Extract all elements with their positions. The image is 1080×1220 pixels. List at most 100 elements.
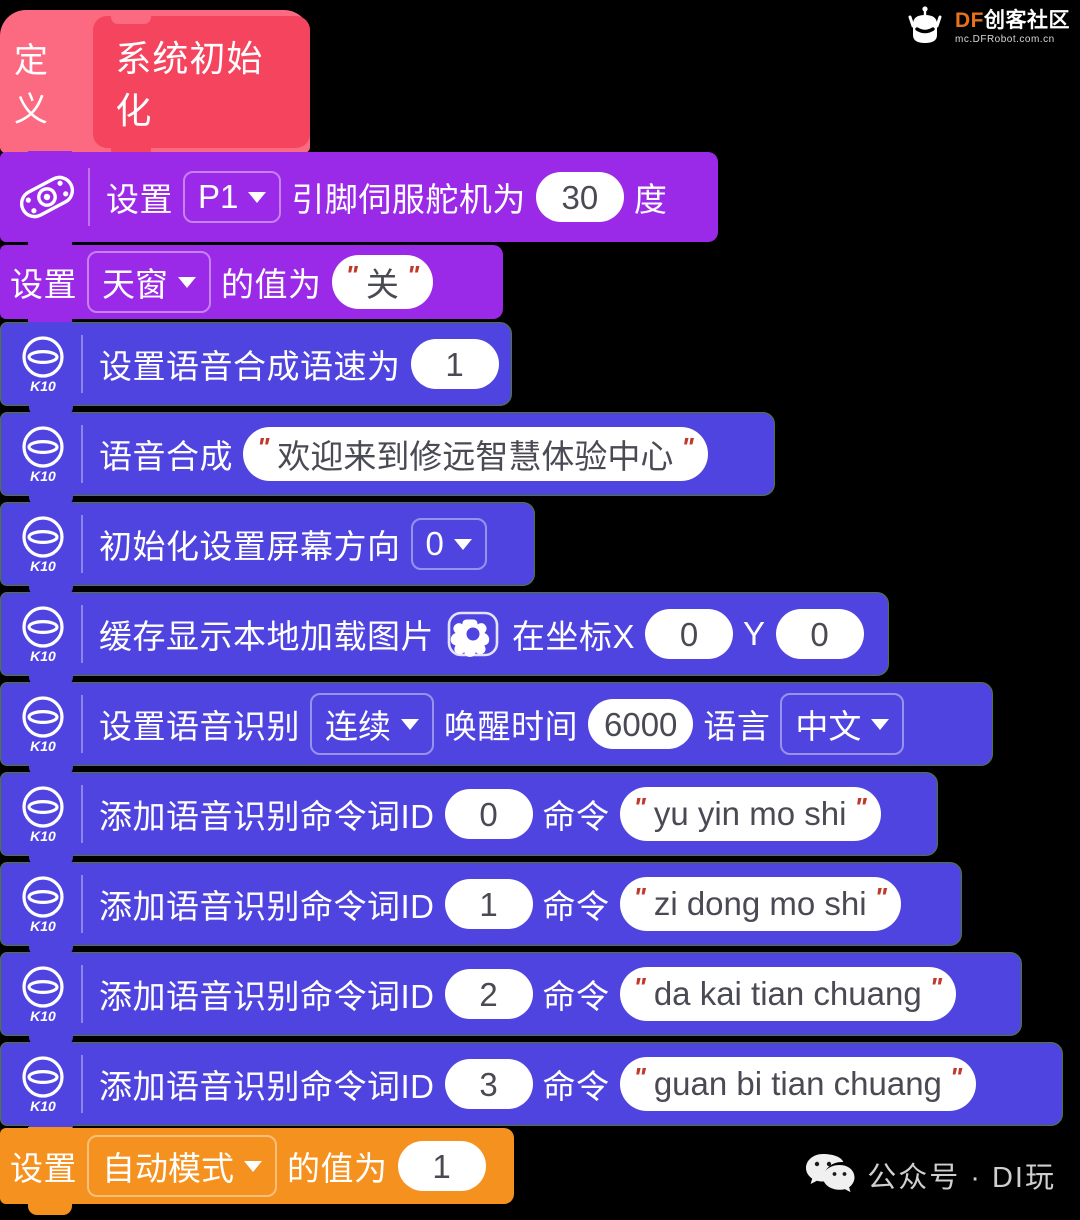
- variable-name-dropdown-skylight[interactable]: 天窗: [87, 251, 211, 313]
- asr-cmd2-id-input[interactable]: 2: [444, 969, 533, 1019]
- picture-icon[interactable]: [444, 608, 502, 660]
- screen-orientation-dropdown[interactable]: 0: [410, 518, 487, 570]
- servo-icon: [14, 169, 80, 225]
- servo-text-3: 度: [633, 181, 668, 218]
- block-show-local-image[interactable]: K10 缓存显示本地加载图片 在坐标X 0 Y 0: [0, 592, 889, 686]
- asr-mode-value: 连续: [325, 708, 391, 745]
- block-tts-speak[interactable]: K10 语音合成 " 欢迎来到修远智慧体验中心 ": [0, 412, 775, 506]
- block-notch: [28, 244, 72, 255]
- block-tab: [28, 1203, 72, 1215]
- blockly-workspace[interactable]: 定义 系统初始化 设置 P1 引脚伺服舵机为 30 度 设置 天窗 的值为 " …: [0, 0, 1080, 1220]
- block-notch: [29, 682, 73, 693]
- show-image-y-input[interactable]: 0: [775, 609, 864, 659]
- asr-cmd2-text-1: 添加语音识别命令词ID: [99, 978, 435, 1015]
- quote-open-icon: ": [345, 260, 358, 290]
- tts-speak-input[interactable]: " 欢迎来到修远智慧体验中心 ": [243, 427, 708, 481]
- block-divider: [81, 425, 83, 483]
- block-divider: [81, 335, 83, 393]
- block-notch: [28, 1127, 72, 1138]
- block-notch: [29, 772, 73, 783]
- servo-angle-input[interactable]: 30: [535, 172, 624, 222]
- screen-orientation-value: 0: [425, 525, 444, 562]
- servo-pin-dropdown[interactable]: P1: [183, 171, 282, 223]
- screen-orientation-text: 初始化设置屏幕方向: [99, 528, 401, 565]
- chevron-down-icon: [178, 276, 196, 288]
- asr-cmd1-phrase-input[interactable]: " zi dong mo shi ": [619, 877, 901, 931]
- tts-speed-text: 设置语音合成语速为: [99, 348, 401, 385]
- variable-name-value: 天窗: [102, 266, 168, 303]
- quote-open-icon: ": [633, 792, 646, 822]
- svg-text:K10: K10: [30, 918, 56, 934]
- block-asr-add-command-1[interactable]: K10 添加语音识别命令词ID 1 命令 " zi dong mo shi ": [0, 862, 962, 956]
- k10-icon: K10: [13, 423, 73, 485]
- block-tts-speed[interactable]: K10 设置语音合成语速为 1: [0, 322, 512, 416]
- asr-config-text-3: 语言: [703, 708, 771, 745]
- k10-icon: K10: [13, 963, 73, 1025]
- asr-mode-dropdown[interactable]: 连续: [310, 693, 434, 755]
- variable-value-text: 关: [365, 266, 399, 303]
- k10-icon: K10: [13, 513, 73, 575]
- k10-icon: K10: [13, 693, 73, 755]
- asr-cmd2-phrase-value: da kai tian chuang: [653, 975, 922, 1012]
- asr-config-text-2: 唤醒时间: [444, 708, 578, 745]
- block-asr-add-command-3[interactable]: K10 添加语音识别命令词ID 3 命令 " guan bi tian chua…: [0, 1042, 1063, 1136]
- variable-name-dropdown-automode[interactable]: 自动模式: [87, 1135, 277, 1197]
- block-notch: [29, 412, 73, 423]
- svg-text:K10: K10: [30, 558, 56, 574]
- procedure-name-label[interactable]: 系统初始化: [93, 14, 310, 157]
- block-set-variable-automode[interactable]: 设置 自动模式 的值为 1: [0, 1127, 514, 1215]
- asr-cmd3-id-input[interactable]: 3: [444, 1059, 533, 1109]
- asr-language-dropdown[interactable]: 中文: [780, 693, 905, 755]
- watermark-brand-prefix: DF: [955, 9, 984, 32]
- watermark-brand: DF创客社区: [955, 10, 1070, 31]
- chevron-down-icon: [244, 1160, 262, 1172]
- block-asr-config[interactable]: K10 设置语音识别 连续 唤醒时间 6000 语言 中文: [0, 682, 993, 776]
- asr-cmd1-id-input[interactable]: 1: [444, 879, 533, 929]
- show-image-text-1: 缓存显示本地加载图片: [99, 618, 434, 655]
- svg-text:K10: K10: [30, 1098, 56, 1114]
- servo-text-2: 引脚伺服舵机为: [291, 181, 526, 218]
- setvar-auto-text-2: 的值为: [287, 1150, 388, 1187]
- dfrobot-logo-icon: [904, 4, 946, 51]
- svg-text:K10: K10: [30, 648, 56, 664]
- k10-icon: K10: [13, 333, 73, 395]
- show-image-x-input[interactable]: 0: [645, 609, 734, 659]
- block-divider: [81, 1055, 83, 1113]
- asr-cmd3-phrase-input[interactable]: " guan bi tian chuang ": [619, 1057, 977, 1111]
- block-asr-add-command-2[interactable]: K10 添加语音识别命令词ID 2 命令 " da kai tian chuan…: [0, 952, 1022, 1046]
- k10-icon: K10: [13, 873, 73, 935]
- asr-language-value: 中文: [795, 708, 862, 745]
- asr-cmd3-phrase-value: guan bi tian chuang: [653, 1065, 942, 1102]
- setvar-text-2: 的值为: [221, 266, 322, 303]
- quote-open-icon: ": [633, 882, 646, 912]
- chevron-down-icon: [248, 191, 267, 203]
- tts-speed-input[interactable]: 1: [410, 339, 499, 389]
- quote-close-icon: ": [406, 260, 420, 290]
- block-divider: [88, 168, 90, 226]
- watermark-brand-suffix: 创客社区: [984, 9, 1070, 32]
- svg-text:K10: K10: [30, 1008, 56, 1024]
- svg-text:K10: K10: [30, 468, 56, 484]
- block-notch: [29, 592, 73, 603]
- tts-speak-value: 欢迎来到修远智慧体验中心: [277, 438, 674, 475]
- k10-icon: K10: [13, 783, 73, 845]
- block-asr-add-command-0[interactable]: K10 添加语音识别命令词ID 0 命令 " yu yin mo shi ": [0, 772, 938, 866]
- asr-cmd2-phrase-input[interactable]: " da kai tian chuang ": [619, 967, 957, 1021]
- define-hat-block[interactable]: 定义 系统初始化: [0, 10, 310, 157]
- block-screen-orientation[interactable]: K10 初始化设置屏幕方向 0: [0, 502, 535, 596]
- asr-cmd0-phrase-input[interactable]: " yu yin mo shi ": [619, 787, 881, 841]
- asr-wake-time-input[interactable]: 6000: [588, 699, 694, 749]
- asr-cmd3-text-2: 命令: [542, 1068, 610, 1105]
- quote-close-icon: ": [949, 1062, 963, 1092]
- quote-close-icon: ": [854, 792, 867, 822]
- variable-value-input-skylight[interactable]: " 关 ": [331, 255, 434, 309]
- chevron-down-icon: [871, 718, 890, 730]
- show-image-text-3: Y: [743, 615, 766, 652]
- asr-cmd0-id-input[interactable]: 0: [444, 789, 533, 839]
- variable-value-input-automode[interactable]: 1: [397, 1141, 486, 1191]
- block-divider: [81, 965, 83, 1023]
- tts-speak-text: 语音合成: [99, 438, 233, 475]
- watermark-wechat: 公众号 · DI玩: [805, 1151, 1056, 1198]
- block-servo-set[interactable]: 设置 P1 引脚伺服舵机为 30 度: [0, 151, 718, 253]
- block-set-variable-skylight[interactable]: 设置 天窗 的值为 " 关 ": [0, 244, 503, 330]
